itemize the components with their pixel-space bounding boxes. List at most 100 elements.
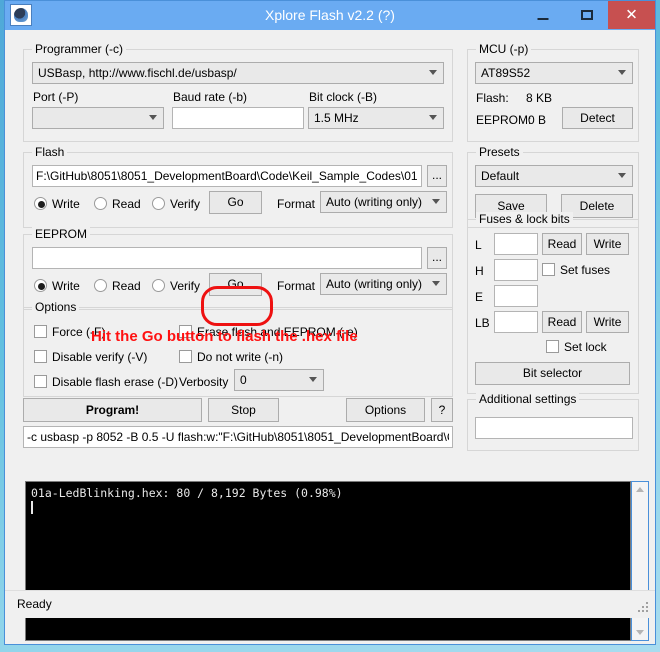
verbosity-value: 0 [240, 373, 247, 387]
fuse-e-label: E [475, 290, 484, 304]
eeprom-mode-verify-label: Verify [170, 279, 201, 293]
eeprom-format-label: Format [277, 279, 316, 293]
option-disable-flash-erase-checkbox[interactable]: Disable flash erase (-D) [34, 375, 178, 389]
baud-rate-input[interactable] [172, 107, 304, 129]
preset-select-value: Default [481, 169, 520, 183]
preset-select[interactable]: Default [475, 165, 633, 187]
eeprom-mode-read-label: Read [112, 279, 141, 293]
detect-button[interactable]: Detect [562, 107, 633, 129]
flash-mode-write-radio[interactable]: Write [34, 197, 80, 211]
fuse-l-input[interactable] [494, 233, 538, 255]
maximize-icon [581, 10, 593, 20]
help-button-label: ? [438, 403, 446, 417]
lock-bits-read-button[interactable]: Read [542, 311, 582, 333]
fuse-l-read-label: Read [547, 237, 577, 251]
flash-go-label: Go [227, 195, 244, 209]
chevron-down-icon [429, 70, 437, 75]
maximize-button[interactable] [566, 1, 608, 29]
stop-button[interactable]: Stop [208, 398, 279, 422]
eeprom-size-label: EEPROM: [476, 113, 532, 127]
flash-format-label: Format [277, 197, 316, 211]
program-button-label: Program! [85, 403, 140, 417]
flash-mode-read-radio[interactable]: Read [94, 197, 141, 211]
additional-settings-input[interactable] [475, 417, 633, 439]
client-area: Programmer (-c) USBasp, http://www.fisch… [5, 30, 655, 641]
bit-selector-button[interactable]: Bit selector [475, 362, 630, 385]
option-disable-verify-checkbox[interactable]: Disable verify (-V) [34, 350, 147, 364]
fuse-e-input[interactable] [494, 285, 538, 307]
programmer-group: Programmer (-c) USBasp, http://www.fisch… [23, 42, 453, 142]
command-line-value: -c usbasp -p 8052 -B 0.5 -U flash:w:"F:\… [27, 430, 449, 444]
eeprom-mode-read-radio[interactable]: Read [94, 279, 141, 293]
additional-settings-group: Additional settings [467, 392, 639, 451]
close-icon: ✕ [625, 6, 638, 24]
lock-bits-label: LB [475, 316, 490, 330]
eeprom-browse-button[interactable]: ... [427, 247, 447, 269]
options-button[interactable]: Options [346, 398, 425, 422]
application-window: Xplore Flash v2.2 (?) ✕ Programmer (-c) … [4, 0, 656, 645]
port-select[interactable] [32, 107, 164, 129]
mcu-group-legend: MCU (-p) [476, 42, 532, 56]
options-button-label: Options [364, 403, 407, 417]
eeprom-browse-label: ... [431, 250, 442, 264]
eeprom-file-input[interactable] [32, 247, 422, 269]
set-fuses-checkbox[interactable]: Set fuses [542, 263, 610, 277]
mcu-group: MCU (-p) AT89S52 Flash: 8 KB EEPROM: 0 B… [467, 42, 639, 142]
flash-mode-write-label: Write [52, 197, 80, 211]
verbosity-select[interactable]: 0 [234, 369, 324, 391]
minimize-button[interactable] [522, 1, 564, 29]
command-line-input[interactable]: -c usbasp -p 8052 -B 0.5 -U flash:w:"F:\… [23, 426, 453, 448]
status-bar: Ready [5, 590, 655, 618]
bit-clock-value: 1.5 MHz [314, 111, 359, 125]
minimize-icon [537, 18, 549, 20]
lock-bits-input[interactable] [494, 311, 538, 333]
console-line-1: 01a-LedBlinking.hex: 80 / 8,192 Bytes (0… [31, 486, 343, 500]
fuses-group-legend: Fuses & lock bits [476, 212, 573, 226]
eeprom-go-label: Go [227, 277, 244, 291]
chevron-down-icon [618, 173, 626, 178]
stop-button-label: Stop [231, 403, 256, 417]
flash-go-button[interactable]: Go [209, 191, 262, 214]
flash-group: Flash F:\GitHub\8051\8051_DevelopmentBoa… [23, 145, 453, 228]
flash-mode-verify-label: Verify [170, 197, 201, 211]
fuse-l-read-button[interactable]: Read [542, 233, 582, 255]
scroll-down-icon[interactable] [636, 630, 644, 635]
detect-button-label: Detect [580, 111, 615, 125]
programmer-select[interactable]: USBasp, http://www.fischl.de/usbasp/ [32, 62, 444, 84]
chevron-down-icon [618, 70, 626, 75]
chevron-down-icon [309, 377, 317, 382]
flash-group-legend: Flash [32, 145, 68, 159]
eeprom-mode-verify-radio[interactable]: Verify [152, 279, 200, 293]
set-lock-label: Set lock [564, 340, 607, 354]
flash-file-input[interactable]: F:\GitHub\8051\8051_DevelopmentBoard\Cod… [32, 165, 422, 187]
set-lock-checkbox[interactable]: Set lock [546, 340, 607, 354]
option-do-not-write-checkbox[interactable]: Do not write (-n) [179, 350, 283, 364]
programmer-select-value: USBasp, http://www.fischl.de/usbasp/ [38, 66, 237, 80]
fuses-group: Fuses & lock bits L Read Write H Set fus… [467, 212, 639, 394]
eeprom-mode-write-radio[interactable]: Write [34, 279, 80, 293]
flash-browse-button[interactable]: ... [427, 165, 447, 187]
flash-format-select[interactable]: Auto (writing only) [320, 191, 447, 213]
fuse-h-input[interactable] [494, 259, 538, 281]
bit-selector-label: Bit selector [522, 366, 583, 380]
chevron-down-icon [149, 115, 157, 120]
scroll-up-icon[interactable] [636, 487, 644, 492]
eeprom-go-button[interactable]: Go [209, 273, 262, 296]
bit-clock-select[interactable]: 1.5 MHz [308, 107, 444, 129]
help-button[interactable]: ? [431, 398, 453, 422]
port-label: Port (-P) [33, 90, 79, 104]
flash-size-value: 8 KB [526, 91, 553, 105]
flash-mode-verify-radio[interactable]: Verify [152, 197, 200, 211]
lock-bits-write-label: Write [593, 315, 622, 329]
fuse-l-write-button[interactable]: Write [586, 233, 629, 255]
resize-grip[interactable] [638, 602, 650, 614]
eeprom-group: EEPROM ... Write Read Verify Go Format A… [23, 227, 453, 310]
flash-size-label: Flash: [476, 91, 509, 105]
program-button[interactable]: Program! [23, 398, 202, 422]
eeprom-format-select[interactable]: Auto (writing only) [320, 273, 447, 295]
programmer-group-legend: Programmer (-c) [32, 42, 127, 56]
mcu-select-value: AT89S52 [481, 66, 531, 80]
close-button[interactable]: ✕ [608, 1, 655, 29]
mcu-select[interactable]: AT89S52 [475, 62, 633, 84]
lock-bits-write-button[interactable]: Write [586, 311, 629, 333]
